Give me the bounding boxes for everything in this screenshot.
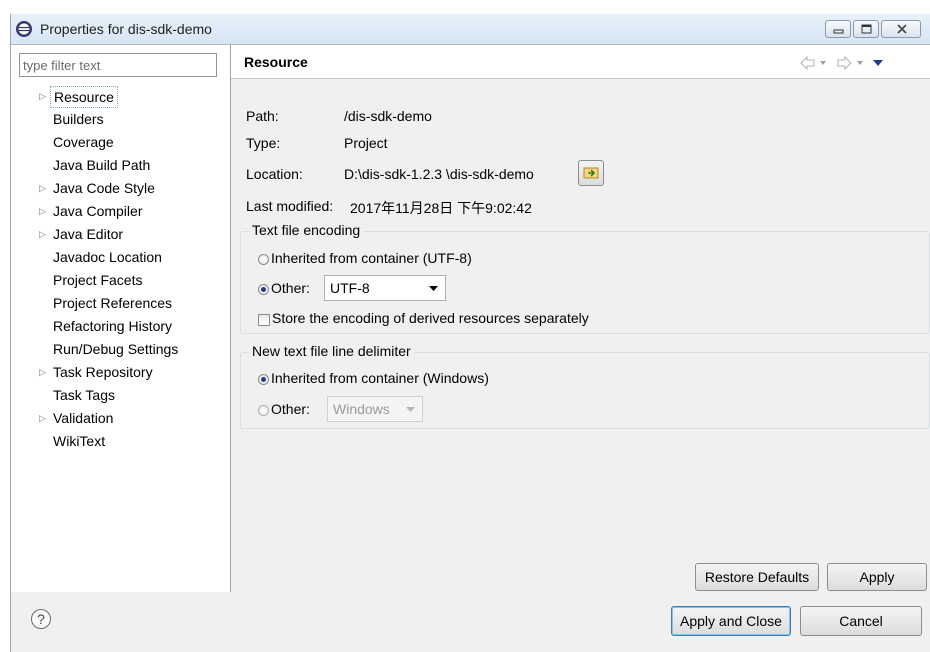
category-tree-panel: ▷ Resource Builders Coverage Java Build … bbox=[11, 44, 231, 592]
tree-item-builders[interactable]: Builders bbox=[53, 108, 104, 130]
page-header: Resource bbox=[231, 44, 930, 79]
type-value: Project bbox=[344, 135, 388, 151]
filter-input[interactable] bbox=[19, 53, 217, 77]
delimiter-inherited-label[interactable]: Inherited from container (Windows) bbox=[271, 370, 489, 386]
apply-and-close-button[interactable]: Apply and Close bbox=[671, 606, 791, 636]
tree-item-wikitext[interactable]: WikiText bbox=[53, 430, 105, 452]
text-file-encoding-group: Text file encoding Inherited from contai… bbox=[240, 222, 930, 334]
page-title: Resource bbox=[244, 54, 308, 70]
dialog-button-bar: ? Apply and Close Cancel bbox=[11, 592, 930, 652]
expand-arrow-icon[interactable]: ▷ bbox=[39, 361, 49, 383]
minimize-icon bbox=[833, 29, 844, 34]
tree-item-refactoring-history[interactable]: Refactoring History bbox=[53, 315, 172, 337]
help-icon[interactable]: ? bbox=[31, 609, 51, 629]
delimiter-other-label[interactable]: Other: bbox=[271, 401, 310, 417]
tree-item-java-build-path[interactable]: Java Build Path bbox=[53, 154, 150, 176]
encoding-other-label[interactable]: Other: bbox=[271, 280, 310, 296]
tree-item-resource[interactable]: Resource bbox=[50, 86, 118, 108]
tree-item-task-repository[interactable]: Task Repository bbox=[53, 361, 153, 383]
line-delimiter-group: New text file line delimiter Inherited f… bbox=[240, 343, 930, 429]
path-label: Path: bbox=[246, 108, 279, 124]
expand-arrow-icon[interactable]: ▷ bbox=[39, 177, 49, 199]
chevron-down-icon bbox=[429, 286, 438, 291]
apply-button[interactable]: Apply bbox=[827, 563, 927, 591]
tree-item-validation[interactable]: Validation bbox=[53, 407, 113, 429]
resource-properties-content: Path: /dis-sdk-demo Type: Project Locati… bbox=[231, 79, 930, 592]
delimiter-other-radio[interactable] bbox=[258, 405, 269, 416]
location-label: Location: bbox=[246, 166, 303, 182]
expand-arrow-icon[interactable]: ▷ bbox=[39, 200, 49, 222]
open-folder-icon bbox=[583, 167, 599, 179]
tree-item-run-debug-settings[interactable]: Run/Debug Settings bbox=[53, 338, 178, 360]
tree-item-java-code-style[interactable]: Java Code Style bbox=[53, 177, 155, 199]
encoding-inherited-label[interactable]: Inherited from container (UTF-8) bbox=[271, 250, 472, 266]
minimize-button[interactable] bbox=[825, 20, 851, 38]
back-menu-chevron-icon[interactable] bbox=[820, 61, 826, 65]
cancel-button[interactable]: Cancel bbox=[800, 606, 922, 636]
tree-item-task-tags[interactable]: Task Tags bbox=[53, 384, 115, 406]
forward-menu-chevron-icon[interactable] bbox=[857, 61, 863, 65]
properties-dialog: Properties for dis-sdk-demo ▷ Resource B… bbox=[10, 14, 930, 652]
tree-item-project-facets[interactable]: Project Facets bbox=[53, 269, 142, 291]
tree-item-coverage[interactable]: Coverage bbox=[53, 131, 114, 153]
encoding-select-value: UTF-8 bbox=[330, 280, 370, 296]
history-navigation bbox=[800, 56, 883, 70]
store-encoding-label[interactable]: Store the encoding of derived resources … bbox=[272, 310, 589, 326]
delimiter-select[interactable]: Windows bbox=[327, 396, 423, 422]
expand-arrow-icon[interactable]: ▷ bbox=[39, 85, 49, 107]
title-bar[interactable]: Properties for dis-sdk-demo bbox=[11, 14, 930, 44]
tree-item-java-compiler[interactable]: Java Compiler bbox=[53, 200, 142, 222]
maximize-button[interactable] bbox=[853, 20, 879, 38]
close-button[interactable] bbox=[881, 20, 921, 38]
encoding-select[interactable]: UTF-8 bbox=[324, 275, 446, 301]
line-delimiter-legend: New text file line delimiter bbox=[249, 343, 414, 359]
tree-item-javadoc-location[interactable]: Javadoc Location bbox=[53, 246, 162, 268]
maximize-icon bbox=[861, 24, 872, 34]
expand-arrow-icon[interactable]: ▷ bbox=[39, 407, 49, 429]
tree-item-project-references[interactable]: Project References bbox=[53, 292, 172, 314]
path-value: /dis-sdk-demo bbox=[344, 108, 432, 124]
delimiter-inherited-radio[interactable] bbox=[258, 374, 269, 385]
restore-defaults-button[interactable]: Restore Defaults bbox=[695, 563, 819, 591]
expand-arrow-icon[interactable]: ▷ bbox=[39, 223, 49, 245]
text-file-encoding-legend: Text file encoding bbox=[249, 222, 364, 238]
last-modified-label: Last modified: bbox=[246, 198, 334, 214]
location-value: D:\dis-sdk-1.2.3 \dis-sdk-demo bbox=[344, 166, 534, 182]
encoding-inherited-radio[interactable] bbox=[258, 254, 269, 265]
store-encoding-checkbox[interactable] bbox=[258, 314, 270, 326]
delimiter-select-value: Windows bbox=[333, 401, 390, 417]
show-in-explorer-button[interactable] bbox=[578, 160, 604, 186]
forward-arrow-icon[interactable] bbox=[837, 56, 852, 70]
type-label: Type: bbox=[246, 135, 281, 151]
tree-item-java-editor[interactable]: Java Editor bbox=[53, 223, 123, 245]
back-arrow-icon[interactable] bbox=[800, 56, 815, 70]
eclipse-icon bbox=[16, 21, 32, 37]
chevron-down-icon bbox=[406, 407, 415, 412]
view-menu-icon[interactable] bbox=[873, 60, 883, 66]
last-modified-value: 2017年11月28日 下午9:02:42 bbox=[350, 200, 532, 216]
encoding-other-radio[interactable] bbox=[258, 284, 269, 295]
close-icon bbox=[897, 24, 907, 34]
window-title: Properties for dis-sdk-demo bbox=[40, 21, 212, 37]
